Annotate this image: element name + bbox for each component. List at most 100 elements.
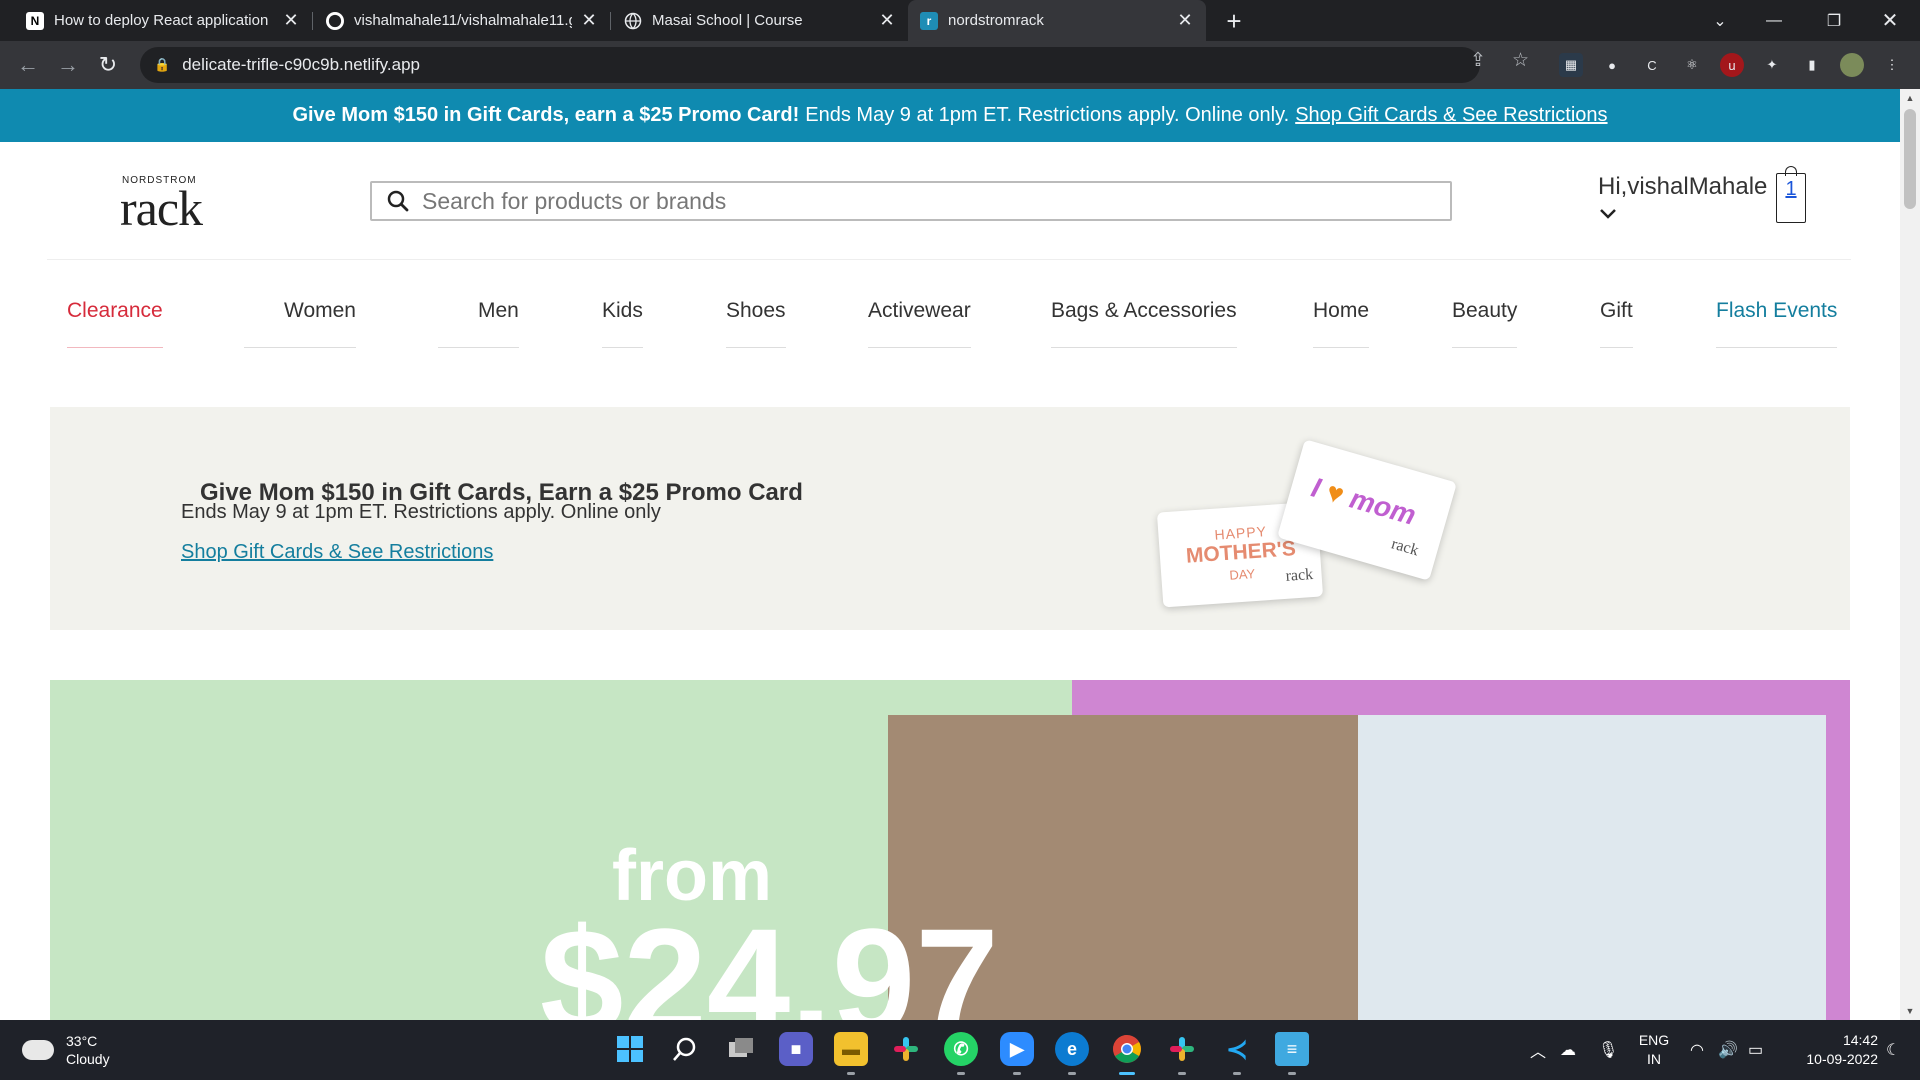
- battery-icon[interactable]: ▭: [1748, 1020, 1763, 1080]
- volume-icon[interactable]: 🔊: [1718, 1020, 1738, 1080]
- weather-widget[interactable]: 33°C Cloudy: [22, 1032, 110, 1068]
- back-button[interactable]: ←: [14, 51, 42, 79]
- forward-button[interactable]: →: [54, 51, 82, 79]
- clock[interactable]: 14:42 10-09-2022: [1782, 1031, 1878, 1069]
- card-text: MOTHER'S: [1185, 537, 1297, 568]
- microphone-icon[interactable]: 🎙: [1598, 1020, 1618, 1080]
- edge-icon[interactable]: e: [1055, 1032, 1089, 1075]
- profile-avatar[interactable]: [1840, 53, 1864, 77]
- header-divider: [47, 259, 1851, 260]
- show-hidden-icons-chevron-icon[interactable]: ︿: [1530, 1020, 1546, 1080]
- start-windows-icon[interactable]: [613, 1032, 647, 1066]
- globe-icon: [624, 12, 642, 30]
- category-nav: Clearance Women Men Kids Shoes Activewea…: [0, 299, 1900, 349]
- search-input[interactable]: [422, 187, 1450, 215]
- browser-tab[interactable]: vishalmahale11/vishalmahale11.g ✕: [314, 0, 610, 41]
- promo-banner-link[interactable]: Shop Gift Cards & See Restrictions: [1295, 104, 1607, 127]
- react-devtools-icon[interactable]: ⚛: [1680, 53, 1704, 77]
- wifi-icon[interactable]: ◠: [1690, 1020, 1704, 1080]
- slack-icon[interactable]: [889, 1032, 923, 1066]
- card-brand: rack: [1389, 535, 1421, 560]
- bookmark-star-icon[interactable]: ☆: [1512, 49, 1529, 72]
- cloud-icon: [22, 1040, 54, 1060]
- onedrive-icon[interactable]: ☁: [1560, 1020, 1576, 1080]
- minimize-button[interactable]: —: [1746, 0, 1802, 41]
- nav-kids[interactable]: Kids: [602, 299, 643, 348]
- new-tab-button[interactable]: +: [1220, 6, 1248, 37]
- search-icon: [387, 190, 409, 212]
- close-window-button[interactable]: ✕: [1862, 0, 1918, 41]
- search-icon[interactable]: [668, 1032, 702, 1066]
- nordstromrack-favicon: r: [920, 11, 938, 30]
- reload-button[interactable]: ↻: [94, 51, 122, 79]
- browser-tab-active[interactable]: r nordstromrack ✕: [908, 0, 1206, 41]
- file-explorer-icon[interactable]: ▬: [834, 1032, 868, 1075]
- extension-icon[interactable]: ▦: [1559, 53, 1583, 77]
- browser-tab[interactable]: Masai School | Course ✕: [612, 0, 908, 41]
- share-icon[interactable]: ⇪: [1470, 49, 1486, 72]
- extension-icon[interactable]: ●: [1600, 53, 1624, 77]
- nav-beauty[interactable]: Beauty: [1452, 299, 1518, 348]
- gift-card-promo: Give Mom $150 in Gift Cards, Earn a $25 …: [50, 407, 1850, 630]
- tab-title: nordstromrack: [948, 12, 1044, 29]
- notifications-moon-icon[interactable]: ☾: [1886, 1020, 1900, 1080]
- vscode-icon[interactable]: ≺: [1220, 1032, 1254, 1075]
- nav-shoes[interactable]: Shoes: [726, 299, 786, 348]
- extension-icon[interactable]: C: [1640, 53, 1664, 77]
- hero-banner-image[interactable]: from $24.97: [50, 680, 1850, 1020]
- menu-kebab-icon[interactable]: ⋮: [1880, 53, 1904, 77]
- zoom-icon[interactable]: ▶: [1000, 1032, 1034, 1075]
- nav-women[interactable]: Women: [244, 299, 356, 348]
- scrollbar-thumb[interactable]: [1904, 109, 1916, 209]
- shop-gift-cards-link[interactable]: Shop Gift Cards & See Restrictions: [181, 541, 493, 564]
- browser-tab[interactable]: N How to deploy React application ✕: [14, 0, 312, 41]
- close-tab-icon[interactable]: ✕: [878, 10, 896, 31]
- close-tab-icon[interactable]: ✕: [1176, 10, 1194, 31]
- hero-price-text: $24.97: [540, 897, 999, 1020]
- language-indicator[interactable]: ENG IN: [1635, 1031, 1673, 1069]
- cart-button[interactable]: 1: [1776, 166, 1806, 223]
- slack-icon[interactable]: [1165, 1032, 1199, 1075]
- teams-chat-icon[interactable]: ■: [779, 1032, 813, 1066]
- nav-home[interactable]: Home: [1313, 299, 1370, 348]
- nav-men[interactable]: Men: [438, 299, 519, 348]
- nav-activewear[interactable]: Activewear: [868, 299, 971, 348]
- whatsapp-icon[interactable]: ✆: [944, 1032, 978, 1075]
- promo-banner: Give Mom $150 in Gift Cards, earn a $25 …: [0, 89, 1900, 142]
- nav-flash-events[interactable]: Flash Events: [1716, 299, 1838, 348]
- weather-condition: Cloudy: [66, 1051, 110, 1067]
- address-bar[interactable]: 🔒 delicate-trifle-c90c9b.netlify.app: [140, 47, 1480, 83]
- chrome-icon[interactable]: [1110, 1032, 1144, 1075]
- card-brand: rack: [1285, 565, 1314, 585]
- close-tab-icon[interactable]: ✕: [580, 10, 598, 31]
- nordstrom-rack-logo[interactable]: NORDSTROM rack: [120, 175, 230, 236]
- restore-button[interactable]: ❐: [1806, 0, 1862, 41]
- extensions-puzzle-icon[interactable]: ✦: [1760, 53, 1784, 77]
- hero-photo-model: [1358, 715, 1826, 1020]
- cart-count[interactable]: 1: [1777, 177, 1805, 201]
- nav-gift[interactable]: Gift: [1600, 299, 1633, 348]
- tab-title: How to deploy React application: [54, 12, 269, 29]
- user-greeting[interactable]: Hi,vishalMahale: [1598, 173, 1767, 201]
- page-scrollbar[interactable]: ▲ ▼: [1900, 89, 1920, 1020]
- browser-toolbar: ← → ↻ 🔒 delicate-trifle-c90c9b.netlify.a…: [0, 41, 1920, 89]
- page-viewport: Give Mom $150 in Gift Cards, earn a $25 …: [0, 89, 1900, 1020]
- side-panel-icon[interactable]: ▮: [1800, 53, 1824, 77]
- card-text: DAY: [1228, 566, 1256, 583]
- weather-temp: 33°C: [66, 1033, 98, 1049]
- search-box[interactable]: [370, 181, 1452, 221]
- task-view-icon[interactable]: [724, 1032, 758, 1066]
- heart-icon: ♥: [1323, 475, 1348, 511]
- chevron-down-icon[interactable]: [1597, 203, 1619, 225]
- close-tab-icon[interactable]: ✕: [282, 10, 300, 31]
- windows-taskbar: 33°C Cloudy ■ ▬ ✆ ▶ e ≺ ≡ ︿ ☁ 🎙 ENG IN ◠…: [0, 1020, 1920, 1080]
- tab-search-chevron-icon[interactable]: ⌄: [1692, 0, 1748, 41]
- ublock-icon[interactable]: u: [1720, 53, 1744, 77]
- logo-big-text: rack: [120, 180, 203, 236]
- lock-icon: 🔒: [154, 57, 171, 72]
- nav-bags-accessories[interactable]: Bags & Accessories: [1051, 299, 1237, 348]
- promo-banner-bold: Give Mom $150 in Gift Cards, earn a $25 …: [292, 104, 800, 126]
- notepad-icon[interactable]: ≡: [1275, 1032, 1309, 1075]
- nav-clearance[interactable]: Clearance: [67, 299, 163, 348]
- promo-subtext: Ends May 9 at 1pm ET. Restrictions apply…: [181, 501, 661, 523]
